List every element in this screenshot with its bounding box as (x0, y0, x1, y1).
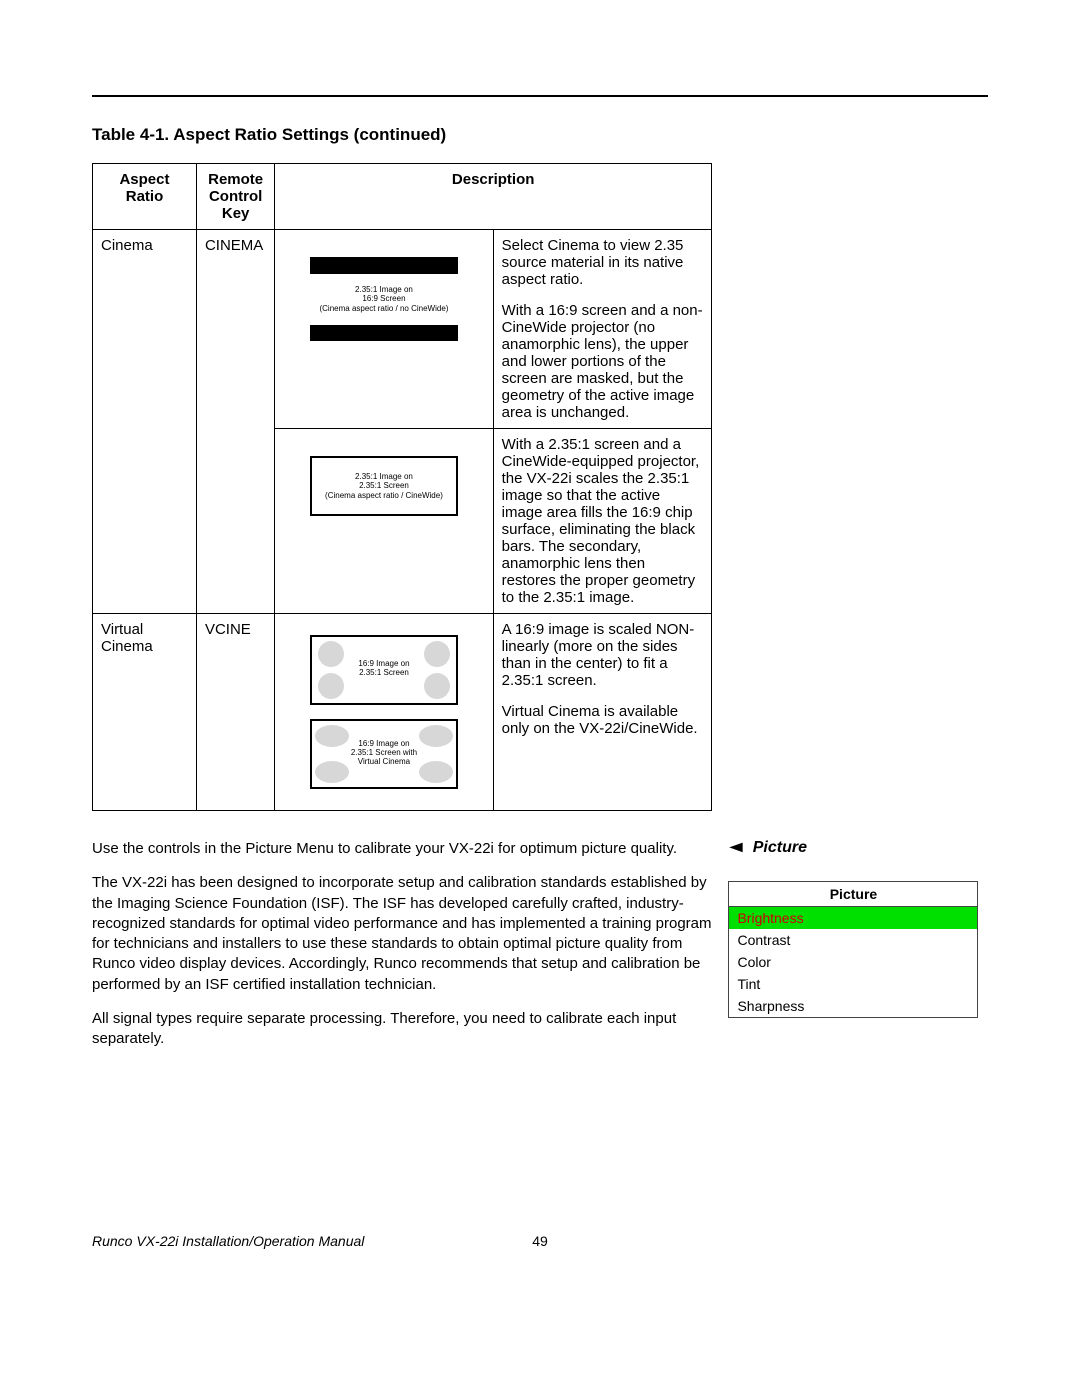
diagram-cinema-235: 2.35:1 Image on 2.35:1 Screen (Cinema as… (310, 456, 458, 516)
top-rule (92, 95, 988, 97)
desc-text: With a 16:9 screen and a non-CineWide pr… (502, 302, 703, 421)
table-title: Table 4-1. Aspect Ratio Settings (contin… (92, 125, 988, 145)
menu-item-color[interactable]: Color (729, 951, 977, 973)
body-text-column: Use the controls in the Picture Menu to … (92, 839, 712, 1063)
cell-desc: Select Cinema to view 2.35 source materi… (493, 230, 711, 429)
side-heading-label: Picture (753, 839, 807, 856)
desc-text: A 16:9 image is scaled NON-linearly (mor… (502, 621, 703, 689)
cell-diagram: 2.35:1 Image on 16:9 Screen (Cinema aspe… (275, 230, 493, 429)
cell-aspect-vcinema: Virtual Cinema (93, 614, 197, 811)
cell-diagram: 2.35:1 Image on 2.35:1 Screen (Cinema as… (275, 429, 493, 614)
desc-text: Virtual Cinema is available only on the … (502, 703, 703, 737)
cell-rc-cinema: CINEMA (196, 230, 274, 614)
header-remote-key: Remote Control Key (196, 164, 274, 230)
side-heading-picture: ◄ Picture (728, 839, 978, 857)
paragraph: Use the controls in the Picture Menu to … (92, 839, 712, 859)
diagram-label: 2.35:1 Screen (359, 481, 409, 491)
menu-item-brightness[interactable]: Brightness (729, 907, 977, 929)
menu-item-tint[interactable]: Tint (729, 973, 977, 995)
page-footer: Runco VX-22i Installation/Operation Manu… (92, 1233, 988, 1249)
diagram-label: 2.35:1 Screen with (351, 748, 417, 757)
aspect-ratio-table: Aspect Ratio Remote Control Key Descript… (92, 163, 712, 811)
diagram-label: (Cinema aspect ratio / CineWide) (325, 491, 443, 501)
header-aspect-ratio: Aspect Ratio (93, 164, 197, 230)
cell-aspect-cinema: Cinema (93, 230, 197, 614)
page-number: 49 (532, 1233, 548, 1249)
diagram-label: 16:9 Image on (358, 739, 409, 748)
left-arrow-icon: ◄ (725, 839, 747, 857)
desc-text: With a 2.35:1 screen and a CineWide-equi… (502, 436, 703, 606)
footer-title: Runco VX-22i Installation/Operation Manu… (92, 1233, 364, 1249)
diagram-cinema-169: 2.35:1 Image on 16:9 Screen (Cinema aspe… (310, 257, 458, 341)
diagram-label: 16:9 Image on (358, 659, 409, 668)
menu-title: Picture (729, 882, 977, 907)
table-row: Cinema CINEMA 2.35:1 Image on 16:9 Scree… (93, 230, 712, 429)
diagram-cinema-bar: 2.35:1 Image on 16:9 Screen (Cinema aspe… (310, 272, 458, 327)
diagram-label: 16:9 Screen (362, 294, 405, 304)
paragraph: All signal types require separate proces… (92, 1009, 712, 1050)
header-description: Description (275, 164, 712, 230)
paragraph: The VX-22i has been designed to incorpor… (92, 873, 712, 995)
diagram-vc-circles: 16:9 Image on 2.35:1 Screen (310, 635, 458, 705)
sidebar-column: ◄ Picture Picture Brightness Contrast Co… (728, 839, 978, 1018)
cell-rc-vcinema: VCINE (196, 614, 274, 811)
diagram-label: 2.35:1 Image on (355, 472, 413, 482)
page: Table 4-1. Aspect Ratio Settings (contin… (0, 0, 1080, 1319)
diagram-label: Virtual Cinema (358, 757, 410, 766)
diagram-label: (Cinema aspect ratio / no CineWide) (319, 304, 448, 314)
diagram-vc-ovals: 16:9 Image on 2.35:1 Screen with Virtual… (310, 719, 458, 789)
cell-desc: A 16:9 image is scaled NON-linearly (mor… (493, 614, 711, 811)
diagram-label: 2.35:1 Screen (359, 668, 409, 677)
desc-text: Select Cinema to view 2.35 source materi… (502, 237, 703, 288)
picture-menu: Picture Brightness Contrast Color Tint S… (728, 881, 978, 1018)
menu-item-contrast[interactable]: Contrast (729, 929, 977, 951)
cell-diagram: 16:9 Image on 2.35:1 Screen 16:9 Image o… (275, 614, 493, 811)
table-row: Virtual Cinema VCINE 16:9 Image on 2.35:… (93, 614, 712, 811)
diagram-label: 2.35:1 Image on (355, 285, 413, 295)
cell-desc: With a 2.35:1 screen and a CineWide-equi… (493, 429, 711, 614)
menu-item-sharpness[interactable]: Sharpness (729, 995, 977, 1017)
